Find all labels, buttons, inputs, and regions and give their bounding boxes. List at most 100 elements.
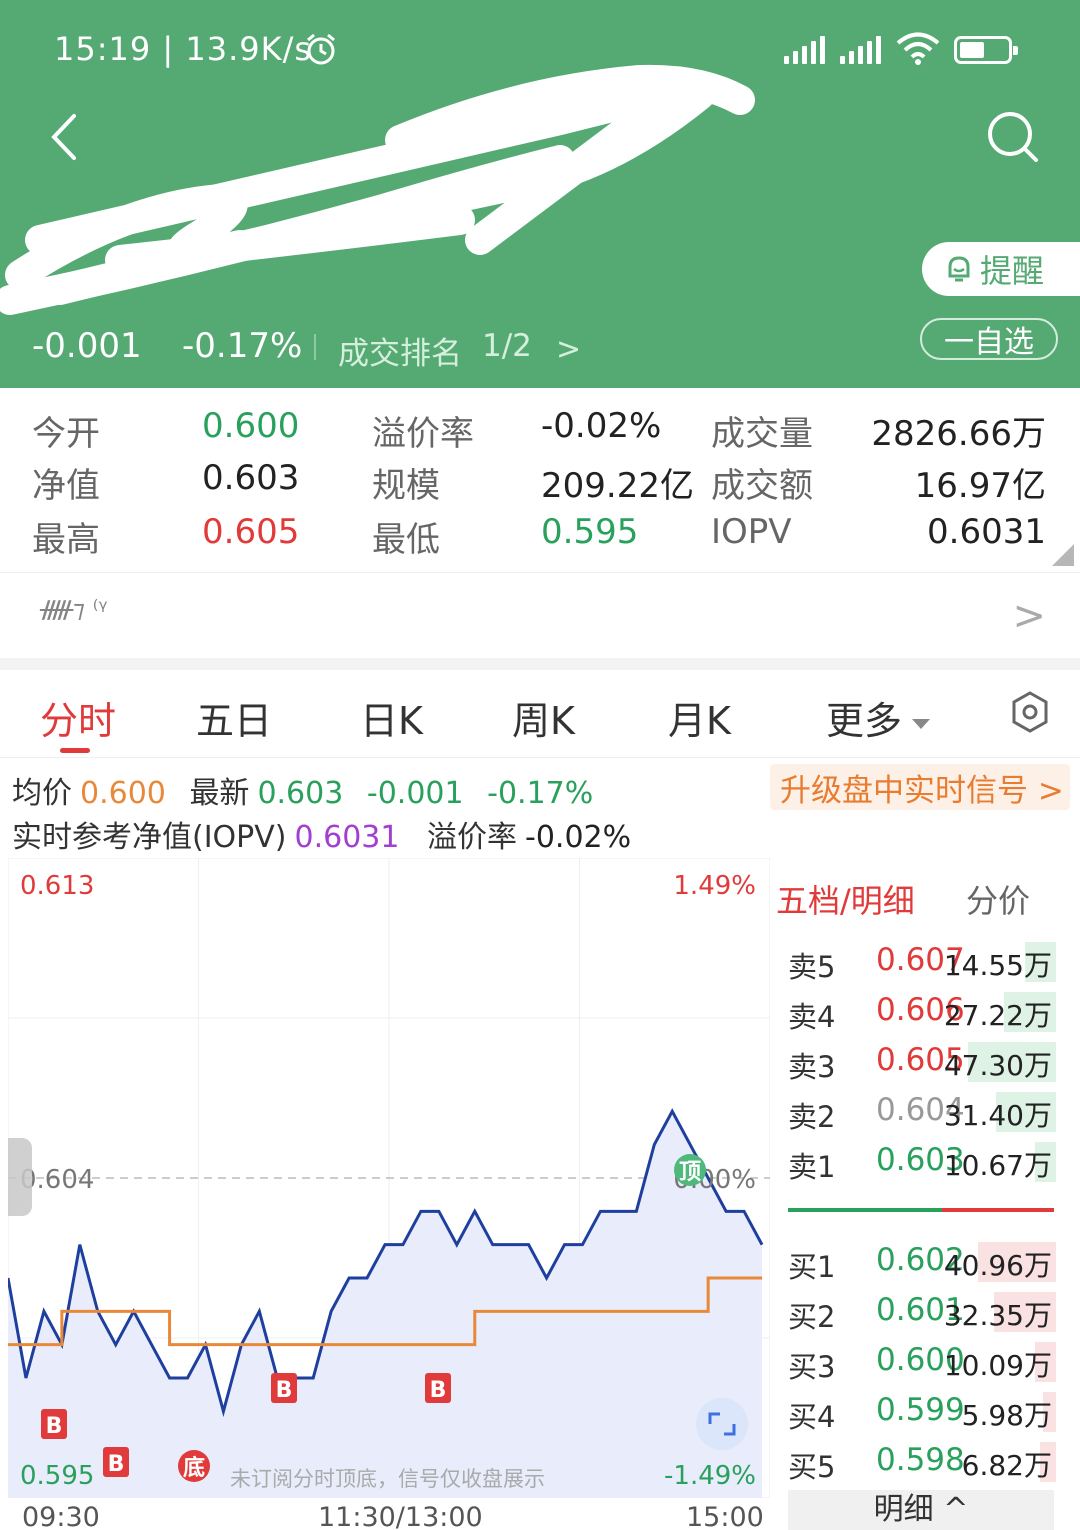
info-row[interactable]: ᚏ⁊ ⁽ᵞ > [0,572,1080,658]
open-value: 0.600 [202,406,300,446]
ask-level-label: 卖2 [788,1100,836,1134]
battery-icon [954,36,1018,64]
open-label: 今开 [32,414,100,454]
last-label: 最新 [189,776,250,811]
bid-level-label: 买2 [788,1300,836,1334]
ask-volume: 10.67万 [943,1149,1052,1182]
header-divider [314,334,316,360]
signal-notice: 未订阅分时顶底，信号仅收盘展示 [230,1467,545,1491]
ask-row-4[interactable]: 卖2 0.604 31.40万 [786,1090,1056,1134]
x-tick-midday: 11:30/13:00 [318,1502,483,1530]
nav-value: 0.603 [202,458,300,498]
low-value: 0.595 [541,512,639,552]
high-value: 0.605 [202,512,300,552]
signal-marker-label: 顶 [679,1160,701,1185]
bid-row-3[interactable]: 买3 0.600 10.09万 [786,1340,1056,1384]
rank-chevron-icon[interactable]: > [556,332,581,367]
ask-volume: 47.30万 [943,1049,1052,1082]
cell-signal-icon [784,36,825,64]
volume-value: 2826.66万 [871,414,1046,454]
x-tick-open: 09:30 [22,1502,100,1530]
settings-icon[interactable] [1008,690,1052,734]
low-label: 最低 [372,520,440,560]
ask-row-3[interactable]: 卖3 0.605 47.30万 [786,1040,1056,1084]
search-icon[interactable] [984,108,1040,164]
change-pct: -0.17% [182,326,303,366]
ask-volume: 27.22万 [943,999,1052,1032]
tab-five-day[interactable]: 五日 [196,690,272,745]
amount-label: 成交额 [711,466,813,506]
header: 15:19 | 13.9K/s 提醒 -0.001 -0.17% 成交排名 1/… [0,0,1080,388]
section-gap [0,658,1080,670]
bid-row-5[interactable]: 买5 0.598 6.82万 [786,1440,1056,1484]
tab-monthly-k[interactable]: 月K [668,690,731,745]
iopv-label: IOPV [711,512,792,552]
bid-volume: 10.09万 [943,1349,1052,1382]
bid-row-1[interactable]: 买1 0.602 40.96万 [786,1240,1056,1284]
ask-volume: 31.40万 [943,1099,1052,1132]
add-watchlist-button[interactable]: 一自选 [920,318,1058,360]
ask-level-label: 卖1 [788,1150,836,1184]
volume-label: 成交量 [711,414,813,454]
tab-intraday[interactable]: 分时 [40,690,116,745]
bid-level-label: 买1 [788,1250,836,1284]
signal-marker-label: B [430,1378,447,1403]
bid-row-2[interactable]: 买2 0.601 32.35万 [786,1290,1056,1334]
cell-signal-2-icon [840,36,881,64]
bid-strength-bar [788,1208,942,1212]
signal-marker-label: 底 [183,1455,205,1481]
tab-daily-k[interactable]: 日K [360,690,423,745]
upgrade-signal-button[interactable]: 升级盘中实时信号 > [770,764,1070,810]
ask-row-5[interactable]: 卖1 0.603 10.67万 [786,1140,1056,1184]
tab-more[interactable]: 更多 [826,690,931,745]
chart-side-toggle[interactable] [8,1138,32,1216]
detail-toggle-button[interactable]: 明细 ^ [788,1490,1054,1530]
premium-label: 溢价率 [372,414,474,454]
tab-more-label: 更多 [826,699,903,743]
signal-marker-label: B [108,1452,125,1477]
last-value: 0.603 [257,776,344,811]
amount-value: 16.97亿 [914,466,1046,506]
premium-legend-label: 溢价率 [427,820,518,855]
avg-label: 均价 [12,776,72,811]
remind-button[interactable]: 提醒 [922,242,1080,296]
info-chevron-icon[interactable]: > [1012,593,1046,639]
premium-legend-value: -0.02% [525,820,632,855]
bell-icon [948,256,970,282]
bid-price: 0.598 [876,1442,965,1478]
ask-row-1[interactable]: 卖5 0.607 14.55万 [786,940,1056,984]
fullscreen-icon [696,1398,748,1450]
scale-label: 规模 [372,466,440,506]
bid-volume: 6.82万 [961,1449,1052,1482]
redaction-scribble [0,64,755,315]
y-tick-pct-high: 1.49% [673,871,756,901]
legend-row-1: 均价 0.600 最新 0.603 -0.001 -0.17% [12,768,601,812]
nav-label: 净值 [32,466,100,506]
last-pct: -0.17% [487,776,594,811]
rank-value[interactable]: 1/2 [482,328,532,364]
avg-value: 0.600 [80,776,166,811]
ask-level-label: 卖5 [788,950,836,984]
ask-level-label: 卖4 [788,1000,836,1034]
expand-corner-icon[interactable] [1052,544,1074,566]
rank-label[interactable]: 成交排名 [338,328,462,373]
bid-price: 0.599 [876,1392,965,1428]
tab-depth-detail[interactable]: 五档/明细 [776,876,915,922]
signal-marker-label: B [276,1378,293,1403]
stats-panel: 今开 0.600 溢价率 -0.02% 成交量 2826.66万 净值 0.60… [0,388,1080,572]
bid-volume: 32.35万 [943,1299,1052,1332]
x-tick-close: 15:00 [686,1502,764,1530]
ask-row-2[interactable]: 卖4 0.606 27.22万 [786,990,1056,1034]
intraday-chart[interactable]: 0.6130.6040.5951.49%0.00%-1.49%未订阅分时顶底，信… [8,858,770,1498]
last-chg: -0.001 [366,776,464,811]
tab-price-distribution[interactable]: 分价 [966,876,1030,922]
info-row-text: ᚏ⁊ ⁽ᵞ [40,595,108,623]
tab-weekly-k[interactable]: 周K [512,690,575,745]
y-tick-low: 0.595 [20,1461,94,1491]
signal-marker-label: B [46,1414,63,1439]
caret-down-icon [912,718,931,729]
bid-row-4[interactable]: 买4 0.599 5.98万 [786,1390,1056,1434]
tab-active-underline [60,748,90,753]
remind-label: 提醒 [980,252,1045,290]
bid-level-label: 买4 [788,1400,836,1434]
